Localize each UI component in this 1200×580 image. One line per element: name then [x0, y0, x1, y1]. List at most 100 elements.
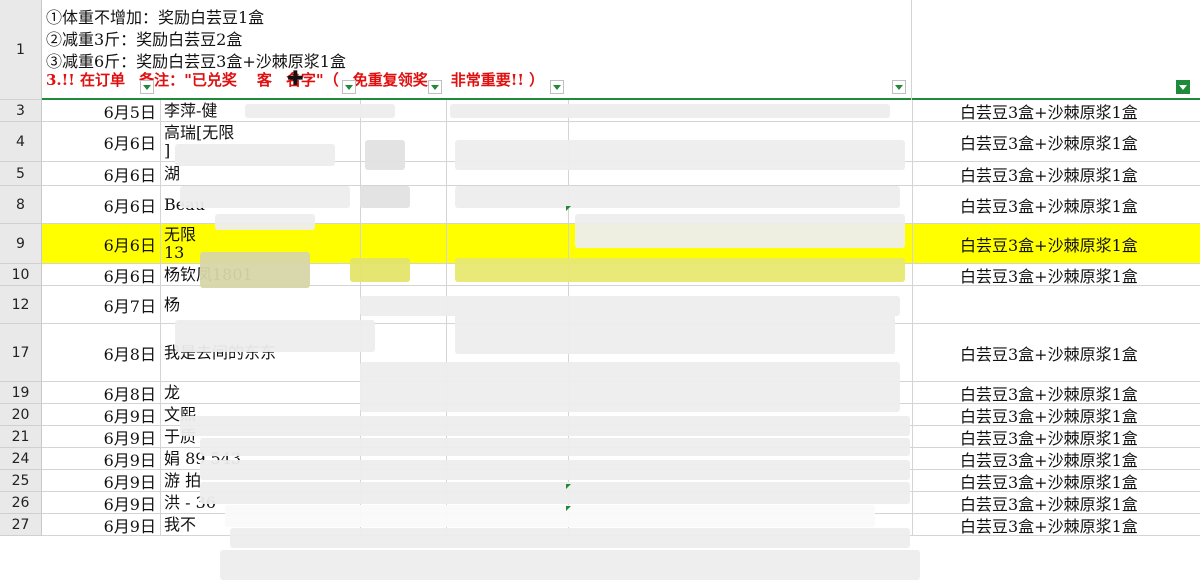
filter-active-prize[interactable] [1176, 80, 1190, 94]
date-cell[interactable]: 6月6日 [42, 122, 160, 161]
prize-cell[interactable]: 白芸豆3盒+沙棘原浆1盒 [912, 324, 1200, 381]
customer-name-line: 我不 [164, 514, 197, 534]
chevron-down-icon [553, 84, 561, 90]
prize-cell[interactable]: 白芸豆3盒+沙棘原浆1盒 [912, 470, 1200, 492]
redacted-area [200, 438, 910, 456]
redacted-area [455, 186, 900, 208]
cell-comment-marker [566, 484, 571, 489]
grid-line [360, 162, 361, 186]
grid-line [446, 186, 447, 224]
row-header[interactable]: 17 [0, 324, 42, 382]
row-number: 17 [11, 344, 30, 361]
filter-dropdown-col4[interactable] [550, 80, 564, 94]
redacted-area [365, 140, 405, 170]
filter-dropdown-address[interactable] [892, 80, 906, 94]
customer-name-cell[interactable]: 龙 [160, 382, 360, 403]
filter-dropdown-col3[interactable] [428, 80, 442, 94]
row-header[interactable]: 9 [0, 224, 42, 264]
date-cell[interactable]: 6月9日 [42, 426, 160, 448]
row-number: 10 [11, 266, 30, 283]
row-header[interactable]: 5 [0, 162, 42, 186]
date-cell[interactable]: 6月9日 [42, 470, 160, 492]
customer-name-line: ] [164, 140, 171, 160]
filter-dropdown-name[interactable] [342, 80, 356, 94]
row-number: 26 [11, 494, 30, 511]
date-cell[interactable]: 6月5日 [42, 100, 160, 122]
redacted-area [200, 252, 310, 288]
chevron-down-icon [431, 84, 439, 90]
date-cell[interactable]: 6月8日 [42, 382, 160, 404]
redacted-area [575, 214, 905, 248]
chevron-down-icon [143, 84, 151, 90]
prize-cell[interactable]: 白芸豆3盒+沙棘原浆1盒 [912, 264, 1200, 286]
chevron-down-icon [895, 84, 903, 90]
row-header[interactable]: 12 [0, 286, 42, 324]
grid-line [360, 122, 361, 162]
prize-cell[interactable]: 白芸豆3盒+沙棘原浆1盒 [912, 492, 1200, 514]
date-cell[interactable]: 6月9日 [42, 404, 160, 426]
redacted-area [180, 186, 350, 208]
redacted-area [225, 505, 875, 527]
prize-cell[interactable]: 白芸豆3盒+沙棘原浆1盒 [912, 382, 1200, 404]
redacted-area [360, 186, 410, 208]
prize-cell[interactable] [912, 286, 1200, 323]
redacted-area [215, 214, 315, 230]
row-header[interactable]: 8 [0, 186, 42, 224]
prize-cell[interactable]: 白芸豆3盒+沙棘原浆1盒 [912, 122, 1200, 161]
row-number: 9 [16, 235, 25, 252]
row-header[interactable]: 3 [0, 100, 42, 122]
row-header[interactable]: 24 [0, 448, 42, 470]
filter-dropdown-date[interactable] [140, 80, 154, 94]
row-header[interactable]: 21 [0, 426, 42, 448]
date-cell[interactable]: 6月9日 [42, 514, 160, 536]
row-header[interactable]: 1 [0, 0, 42, 100]
cell-comment-marker [566, 506, 571, 511]
row-header[interactable]: 20 [0, 404, 42, 426]
redacted-area [245, 104, 395, 118]
row-header[interactable]: 27 [0, 514, 42, 536]
date-cell[interactable]: 6月7日 [42, 286, 160, 323]
funnel-icon [1179, 84, 1187, 90]
rule-line-1: ①体重不增加：奖励白芸豆1盒 [46, 8, 265, 27]
prize-cell[interactable]: 白芸豆3盒+沙棘原浆1盒 [912, 224, 1200, 263]
row-header[interactable]: 26 [0, 492, 42, 514]
spreadsheet: 1 ①体重不增加：奖励白芸豆1盒 ②减重3斤：奖励白芸豆2盒 ③减重6斤：奖励白… [0, 0, 1200, 580]
date-cell[interactable]: 6月6日 [42, 162, 160, 185]
prize-cell[interactable]: 白芸豆3盒+沙棘原浆1盒 [912, 162, 1200, 185]
date-cell[interactable]: 6月6日 [42, 186, 160, 223]
row-number: 25 [11, 472, 30, 489]
date-cell[interactable]: 6月6日 [42, 224, 160, 263]
date-cell[interactable]: 6月9日 [42, 492, 160, 514]
customer-name-line: 杨 [164, 294, 181, 314]
customer-name-line: 龙 [164, 382, 181, 402]
prize-cell[interactable]: 白芸豆3盒+沙棘原浆1盒 [912, 514, 1200, 536]
row-header[interactable]: 19 [0, 382, 42, 404]
header-cell[interactable]: ①体重不增加：奖励白芸豆1盒 ②减重3斤：奖励白芸豆2盒 ③减重6斤：奖励白芸豆… [42, 0, 1200, 100]
grid-line [446, 122, 447, 162]
prize-cell[interactable]: 白芸豆3盒+沙棘原浆1盒 [912, 186, 1200, 223]
row-number: 8 [16, 196, 25, 213]
grid-line [446, 264, 447, 286]
row-header[interactable]: 25 [0, 470, 42, 492]
prize-cell[interactable]: 白芸豆3盒+沙棘原浆1盒 [912, 448, 1200, 470]
row-header[interactable]: 4 [0, 122, 42, 162]
row-header[interactable]: 10 [0, 264, 42, 286]
prize-cell[interactable]: 白芸豆3盒+沙棘原浆1盒 [912, 404, 1200, 426]
row-number: 20 [11, 406, 30, 423]
date-cell[interactable]: 6月9日 [42, 448, 160, 470]
date-cell[interactable]: 6月8日 [42, 324, 160, 381]
customer-name-line: 13 [164, 242, 185, 262]
redacted-area [360, 362, 900, 412]
customer-name-line: 无限 [164, 224, 197, 244]
prize-cell[interactable]: 白芸豆3盒+沙棘原浆1盒 [912, 426, 1200, 448]
redacted-area [450, 104, 890, 118]
customer-name-cell[interactable]: 杨 [160, 286, 360, 323]
grid-line [911, 0, 912, 100]
customer-name-line: 游 拍 [164, 470, 202, 490]
prize-cell[interactable]: 白芸豆3盒+沙棘原浆1盒 [912, 100, 1200, 122]
customer-name-line: 高瑞[无限 [164, 122, 235, 142]
row-number: 5 [16, 165, 25, 182]
redacted-area [360, 296, 900, 316]
redacted-area [455, 314, 895, 354]
date-cell[interactable]: 6月6日 [42, 264, 160, 286]
